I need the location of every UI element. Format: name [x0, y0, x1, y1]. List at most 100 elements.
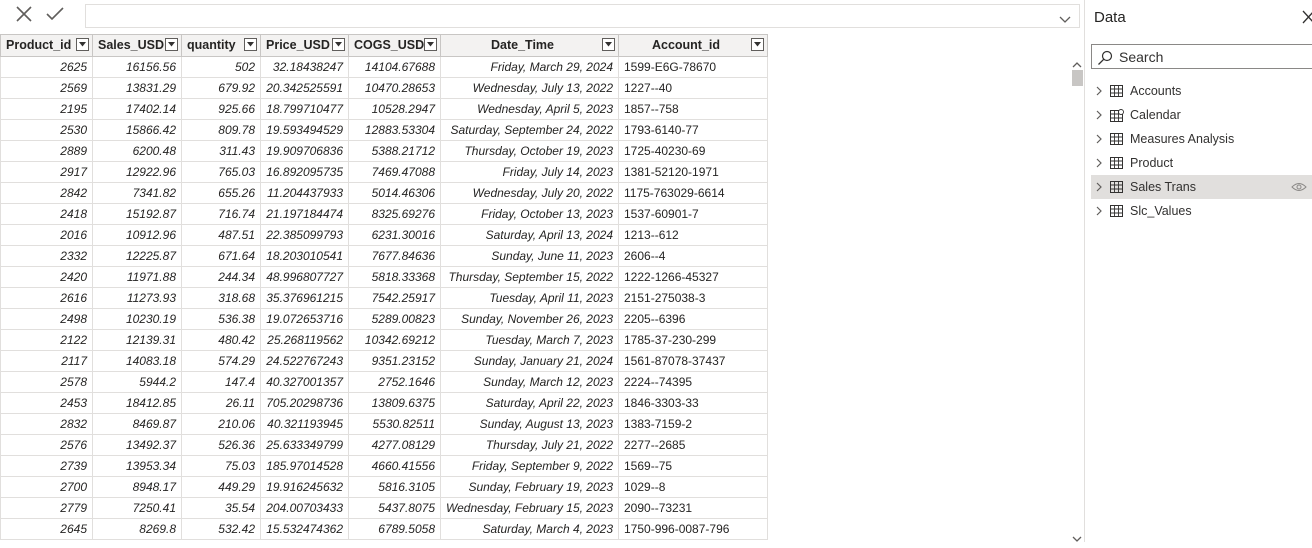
table-cell[interactable]: 16156.56 [92, 56, 182, 78]
table-cell[interactable]: Sunday, February 19, 2023 [440, 476, 619, 498]
table-cell[interactable]: 19.072653716 [260, 308, 349, 330]
table-cell[interactable]: 25.268119562 [260, 329, 349, 351]
table-cell[interactable]: 2569 [0, 77, 93, 99]
table-cell[interactable]: 655.26 [181, 182, 261, 204]
table-cell[interactable]: 24.522767243 [260, 350, 349, 372]
table-cell[interactable]: 449.29 [181, 476, 261, 498]
table-cell[interactable]: 809.78 [181, 119, 261, 141]
table-cell[interactable]: 19.909706836 [260, 140, 349, 162]
filter-dropdown-icon[interactable] [76, 38, 89, 51]
tree-item-sales-trans[interactable]: Sales Trans [1091, 175, 1312, 199]
table-cell[interactable]: 2578 [0, 371, 93, 393]
table-cell[interactable]: 318.68 [181, 287, 261, 309]
table-cell[interactable]: Friday, July 14, 2023 [440, 161, 619, 183]
table-cell[interactable]: 480.42 [181, 329, 261, 351]
table-cell[interactable]: 536.38 [181, 308, 261, 330]
table-cell[interactable]: 2917 [0, 161, 93, 183]
table-cell[interactable]: 311.43 [181, 140, 261, 162]
table-cell[interactable]: Sunday, March 12, 2023 [440, 371, 619, 393]
filter-dropdown-icon[interactable] [165, 38, 178, 51]
table-cell[interactable]: Sunday, November 26, 2023 [440, 308, 619, 330]
table-cell[interactable]: 2090--73231 [618, 497, 768, 519]
table-cell[interactable]: 5818.33368 [348, 266, 441, 288]
table-cell[interactable]: 574.29 [181, 350, 261, 372]
table-cell[interactable]: 2752.1646 [348, 371, 441, 393]
formula-input[interactable] [85, 4, 1080, 28]
table-cell[interactable]: 2122 [0, 329, 93, 351]
table-cell[interactable]: 18412.85 [92, 392, 182, 414]
table-cell[interactable]: 26.11 [181, 392, 261, 414]
filter-dropdown-icon[interactable] [332, 38, 345, 51]
table-cell[interactable]: 716.74 [181, 203, 261, 225]
table-cell[interactable]: 2016 [0, 224, 93, 246]
table-cell[interactable]: Tuesday, April 11, 2023 [440, 287, 619, 309]
table-cell[interactable]: 18.203010541 [260, 245, 349, 267]
scroll-thumb[interactable] [1072, 70, 1083, 86]
table-cell[interactable]: 2576 [0, 434, 93, 456]
column-header-quantity[interactable]: quantity [181, 34, 261, 57]
table-cell[interactable]: 35.376961215 [260, 287, 349, 309]
column-header-date-time[interactable]: Date_Time [440, 34, 619, 57]
table-cell[interactable]: 2606--4 [618, 245, 768, 267]
table-cell[interactable]: 765.03 [181, 161, 261, 183]
table-cell[interactable]: 1569--75 [618, 455, 768, 477]
table-cell[interactable]: 2889 [0, 140, 93, 162]
tree-item-product[interactable]: Product [1091, 151, 1312, 175]
table-cell[interactable]: 12225.87 [92, 245, 182, 267]
table-cell[interactable]: 6231.30016 [348, 224, 441, 246]
tree-item-calendar[interactable]: Calendar [1091, 103, 1312, 127]
table-cell[interactable]: 21.197184474 [260, 203, 349, 225]
table-cell[interactable]: 2224--74395 [618, 371, 768, 393]
table-cell[interactable]: Sunday, June 11, 2023 [440, 245, 619, 267]
table-cell[interactable]: 671.64 [181, 245, 261, 267]
table-cell[interactable]: Wednesday, April 5, 2023 [440, 98, 619, 120]
table-cell[interactable]: Sunday, August 13, 2023 [440, 413, 619, 435]
table-cell[interactable]: 1785-37-230-299 [618, 329, 768, 351]
column-header-price-usd[interactable]: Price_USD [260, 34, 349, 57]
table-cell[interactable]: Thursday, October 19, 2023 [440, 140, 619, 162]
table-cell[interactable]: 19.916245632 [260, 476, 349, 498]
table-cell[interactable]: 32.18438247 [260, 56, 349, 78]
chevron-down-icon[interactable] [1059, 11, 1071, 29]
chevron-right-icon[interactable] [1096, 182, 1104, 192]
chevron-right-icon[interactable] [1096, 206, 1104, 216]
table-cell[interactable]: 4660.41556 [348, 455, 441, 477]
table-cell[interactable]: 18.799710477 [260, 98, 349, 120]
table-cell[interactable]: 20.342525591 [260, 77, 349, 99]
table-cell[interactable]: 5530.82511 [348, 413, 441, 435]
tree-item-measures-analysis[interactable]: Measures Analysis [1091, 127, 1312, 151]
filter-dropdown-icon[interactable] [751, 38, 764, 51]
table-cell[interactable]: 7341.82 [92, 182, 182, 204]
table-cell[interactable]: 17402.14 [92, 98, 182, 120]
table-cell[interactable]: Wednesday, July 20, 2022 [440, 182, 619, 204]
table-cell[interactable]: 75.03 [181, 455, 261, 477]
table-cell[interactable]: 12883.53304 [348, 119, 441, 141]
table-cell[interactable]: 185.97014528 [260, 455, 349, 477]
table-cell[interactable]: 244.34 [181, 266, 261, 288]
table-cell[interactable]: 1175-763029-6614 [618, 182, 768, 204]
table-cell[interactable]: Wednesday, February 15, 2023 [440, 497, 619, 519]
table-cell[interactable]: 2117 [0, 350, 93, 372]
table-cell[interactable]: 2739 [0, 455, 93, 477]
table-cell[interactable]: 1846-3303-33 [618, 392, 768, 414]
table-cell[interactable]: 4277.08129 [348, 434, 441, 456]
table-cell[interactable]: Thursday, September 15, 2022 [440, 266, 619, 288]
table-cell[interactable]: 14083.18 [92, 350, 182, 372]
table-cell[interactable]: 13953.34 [92, 455, 182, 477]
table-cell[interactable]: 2616 [0, 287, 93, 309]
column-header-cogs-usd[interactable]: COGS_USD [348, 34, 441, 57]
column-header-account-id[interactable]: Account_id [618, 34, 768, 57]
table-cell[interactable]: 1383-7159-2 [618, 413, 768, 435]
close-pane-icon[interactable] [1302, 10, 1312, 24]
table-cell[interactable]: Thursday, July 21, 2022 [440, 434, 619, 456]
table-cell[interactable]: Friday, October 13, 2023 [440, 203, 619, 225]
column-header-sales-usd[interactable]: Sales_USD [92, 34, 182, 57]
search-input[interactable]: Search [1091, 44, 1312, 69]
chevron-right-icon[interactable] [1096, 158, 1104, 168]
table-cell[interactable]: 15192.87 [92, 203, 182, 225]
filter-dropdown-icon[interactable] [602, 38, 615, 51]
table-cell[interactable]: 7542.25917 [348, 287, 441, 309]
table-cell[interactable]: 2277--2685 [618, 434, 768, 456]
table-cell[interactable]: 10342.69212 [348, 329, 441, 351]
table-cell[interactable]: 1750-996-0087-796 [618, 518, 768, 540]
